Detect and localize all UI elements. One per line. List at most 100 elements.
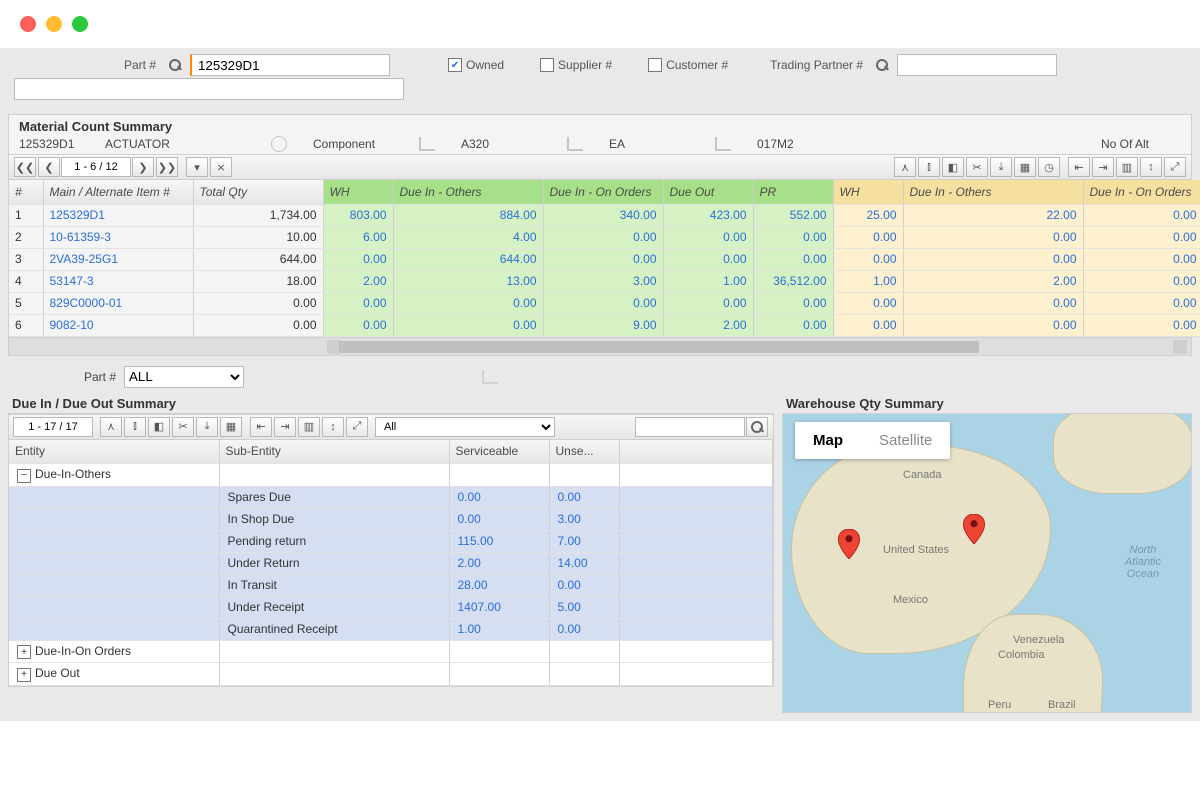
cell-item[interactable]: 9082-10 <box>43 314 193 336</box>
c-sub[interactable]: Sub-Entity <box>219 440 449 464</box>
sub-row[interactable]: Quarantined Receipt1.000.00 <box>9 618 773 640</box>
due-search[interactable] <box>635 417 745 437</box>
sub-row[interactable]: In Shop Due0.003.00 <box>9 508 773 530</box>
tool-cols[interactable]: ▥ <box>1116 157 1138 177</box>
cell-green[interactable]: 0.00 <box>393 314 543 336</box>
unserviceable[interactable]: 7.00 <box>549 530 619 552</box>
unserviceable[interactable]: 0.00 <box>549 574 619 596</box>
cell-gold[interactable]: 1.00 <box>833 270 903 292</box>
col-y-others[interactable]: Due In - Others <box>903 180 1083 204</box>
c-serv[interactable]: Serviceable <box>449 440 549 464</box>
cell-green[interactable]: 2.00 <box>663 314 753 336</box>
group-name[interactable]: −Due-In-Others <box>9 464 219 487</box>
tool-cal[interactable]: ▦ <box>1014 157 1036 177</box>
cell-item[interactable]: 2VA39-25G1 <box>43 248 193 270</box>
unserviceable[interactable]: 14.00 <box>549 552 619 574</box>
owned-checkbox[interactable]: ✔ Owned <box>448 58 504 72</box>
t6[interactable]: ▦ <box>220 417 242 437</box>
cell-green[interactable]: 36,512.00 <box>753 270 833 292</box>
tool-b2[interactable]: ⇥ <box>1092 157 1114 177</box>
col-g-wh[interactable]: WH <box>323 180 393 204</box>
serviceable[interactable]: 1407.00 <box>449 596 549 618</box>
cell-gold[interactable]: 0.00 <box>1083 248 1200 270</box>
cell-green[interactable]: 0.00 <box>663 226 753 248</box>
t10[interactable]: ↕ <box>322 417 344 437</box>
t4[interactable]: ✂ <box>172 417 194 437</box>
cell-green[interactable]: 0.00 <box>663 248 753 270</box>
t8[interactable]: ⇥ <box>274 417 296 437</box>
cell-green[interactable]: 0.00 <box>323 292 393 314</box>
cell-green[interactable]: 0.00 <box>543 292 663 314</box>
map-tab-map[interactable]: Map <box>795 422 861 459</box>
unserviceable[interactable]: 5.00 <box>549 596 619 618</box>
group-name[interactable]: +Due Out <box>9 663 219 686</box>
unserviceable[interactable]: 0.00 <box>549 618 619 640</box>
tool-shield[interactable]: ◧ <box>942 157 964 177</box>
cell-green[interactable]: 0.00 <box>753 226 833 248</box>
cell-green[interactable]: 0.00 <box>323 314 393 336</box>
sub-row[interactable]: In Transit28.000.00 <box>9 574 773 596</box>
cell-green[interactable]: 1.00 <box>663 270 753 292</box>
col-idx[interactable]: # <box>9 180 43 204</box>
pager-prev[interactable]: ❮ <box>38 157 60 177</box>
cell-green[interactable]: 13.00 <box>393 270 543 292</box>
cell-gold[interactable]: 0.00 <box>1083 314 1200 336</box>
cell-item[interactable]: 10-61359-3 <box>43 226 193 248</box>
cell-gold[interactable]: 0.00 <box>833 226 903 248</box>
col-y-orders[interactable]: Due In - On Orders <box>1083 180 1200 204</box>
serviceable[interactable]: 2.00 <box>449 552 549 574</box>
group-name[interactable]: +Due-In-On Orders <box>9 640 219 663</box>
tool-x[interactable]: ✂ <box>966 157 988 177</box>
tool-a[interactable]: ⋏ <box>894 157 916 177</box>
col-total[interactable]: Total Qty <box>193 180 323 204</box>
pager-next[interactable]: ❯ <box>132 157 154 177</box>
scroll-thumb[interactable] <box>339 341 979 353</box>
close-dot[interactable] <box>20 16 36 32</box>
col-g-others[interactable]: Due In - Others <box>393 180 543 204</box>
cell-green[interactable]: 9.00 <box>543 314 663 336</box>
cell-gold[interactable]: 2.00 <box>903 270 1083 292</box>
cell-gold[interactable]: 0.00 <box>903 248 1083 270</box>
cell-gold[interactable]: 25.00 <box>833 204 903 226</box>
cell-green[interactable]: 0.00 <box>753 292 833 314</box>
part-input[interactable] <box>190 54 390 76</box>
t2[interactable]: ⫾ <box>124 417 146 437</box>
table-row[interactable]: 5829C0000-010.000.000.000.000.000.000.00… <box>9 292 1200 314</box>
cell-green[interactable]: 644.00 <box>393 248 543 270</box>
cell-green[interactable]: 0.00 <box>543 226 663 248</box>
tool-export[interactable]: ⤓ <box>990 157 1012 177</box>
expand-icon[interactable]: + <box>17 645 31 659</box>
serviceable[interactable]: 28.00 <box>449 574 549 596</box>
cell-green[interactable]: 0.00 <box>753 248 833 270</box>
pager-last[interactable]: ❯❯ <box>156 157 178 177</box>
due-pager[interactable] <box>13 417 93 437</box>
t3[interactable]: ◧ <box>148 417 170 437</box>
sub-row[interactable]: Pending return115.007.00 <box>9 530 773 552</box>
cell-gold[interactable]: 22.00 <box>903 204 1083 226</box>
cell-green[interactable]: 4.00 <box>393 226 543 248</box>
cell-green[interactable]: 340.00 <box>543 204 663 226</box>
unserviceable[interactable]: 3.00 <box>549 508 619 530</box>
group-row[interactable]: −Due-In-Others <box>9 464 773 487</box>
cell-green[interactable]: 3.00 <box>543 270 663 292</box>
serviceable[interactable]: 0.00 <box>449 486 549 508</box>
t1[interactable]: ⋏ <box>100 417 122 437</box>
cell-gold[interactable]: 0.00 <box>1083 226 1200 248</box>
t7[interactable]: ⇤ <box>250 417 272 437</box>
col-g-out[interactable]: Due Out <box>663 180 753 204</box>
due-filter-select[interactable]: All <box>375 417 555 437</box>
clear-filter-btn[interactable]: ⨯ <box>210 157 232 177</box>
t11[interactable]: ⤢ <box>346 417 368 437</box>
cell-gold[interactable]: 0.00 <box>1083 292 1200 314</box>
cell-green[interactable]: 0.00 <box>543 248 663 270</box>
cell-item[interactable]: 829C0000-01 <box>43 292 193 314</box>
sub-row[interactable]: Under Receipt1407.005.00 <box>9 596 773 618</box>
search-icon[interactable] <box>875 58 889 72</box>
pager-input[interactable] <box>61 157 131 177</box>
customer-checkbox[interactable]: Customer # <box>648 58 728 72</box>
max-dot[interactable] <box>72 16 88 32</box>
table-row[interactable]: 453147-318.002.0013.003.001.0036,512.001… <box>9 270 1200 292</box>
col-g-orders[interactable]: Due In - On Orders <box>543 180 663 204</box>
due-search-btn[interactable] <box>746 417 768 437</box>
cell-green[interactable]: 0.00 <box>323 248 393 270</box>
